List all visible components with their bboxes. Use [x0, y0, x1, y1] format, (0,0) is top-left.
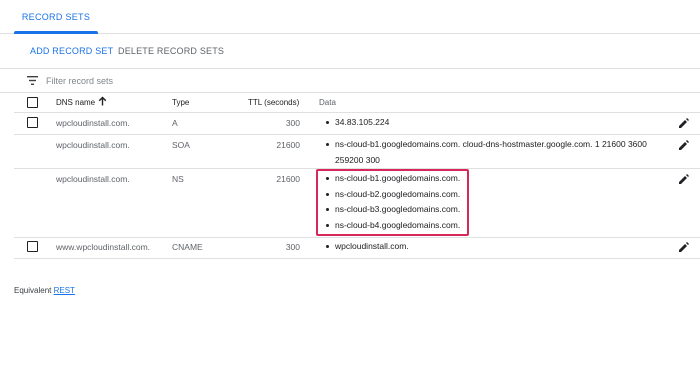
tab-bar: RECORD SETS: [0, 0, 700, 34]
table-header: DNS name Type TTL (seconds) Data: [14, 93, 700, 113]
data-cell: 34.83.105.224: [320, 115, 389, 131]
table-row[interactable]: wpcloudinstall.com. SOA 21600 ns-cloud-b…: [14, 135, 700, 169]
ttl-cell: 21600: [276, 140, 300, 150]
data-cell: wpcloudinstall.com.: [320, 239, 409, 255]
data-value: wpcloudinstall.com.: [320, 239, 409, 255]
data-cell: ns-cloud-b1.googledomains.com. cloud-dns…: [320, 137, 660, 168]
arrow-up-icon[interactable]: [98, 96, 107, 106]
data-value: ns-cloud-b1.googledomains.com. cloud-dns…: [320, 137, 660, 168]
data-value: 34.83.105.224: [320, 115, 389, 131]
column-header-dns-name[interactable]: DNS name: [56, 98, 95, 107]
dns-name-cell: www.wpcloudinstall.com.: [56, 242, 151, 252]
equivalent-rest: Equivalent REST: [14, 286, 75, 295]
dns-name-cell: wpcloudinstall.com.: [56, 174, 130, 184]
add-record-set-button[interactable]: ADD RECORD SET: [30, 46, 113, 56]
ttl-cell: 300: [285, 242, 300, 252]
delete-record-sets-button[interactable]: DELETE RECORD SETS: [118, 46, 224, 56]
column-header-ttl: TTL (seconds): [248, 98, 300, 107]
type-cell: SOA: [172, 140, 190, 150]
row-checkbox[interactable]: [27, 241, 38, 252]
select-all-checkbox[interactable]: [27, 97, 38, 108]
filter-icon[interactable]: [27, 76, 38, 85]
row-checkbox[interactable]: [27, 117, 38, 128]
table-row[interactable]: wpcloudinstall.com. A 300 34.83.105.224: [14, 113, 700, 135]
footer-prefix: Equivalent: [14, 286, 54, 295]
action-bar: ADD RECORD SET DELETE RECORD SETS: [0, 34, 700, 69]
highlight-box: [316, 169, 469, 236]
rest-link[interactable]: REST: [54, 286, 75, 295]
type-cell: A: [172, 118, 178, 128]
edit-icon[interactable]: [678, 117, 690, 129]
dns-name-cell: wpcloudinstall.com.: [56, 140, 130, 150]
column-header-type: Type: [172, 98, 190, 107]
ttl-cell: 21600: [276, 174, 300, 184]
edit-icon[interactable]: [678, 241, 690, 253]
table-row[interactable]: www.wpcloudinstall.com. CNAME 300 wpclou…: [14, 238, 700, 259]
column-header-data: Data: [319, 98, 336, 107]
edit-icon[interactable]: [678, 139, 690, 151]
dns-name-cell: wpcloudinstall.com.: [56, 118, 130, 128]
ttl-cell: 300: [285, 118, 300, 128]
type-cell: NS: [172, 174, 184, 184]
filter-bar: [0, 69, 700, 93]
tab-record-sets[interactable]: RECORD SETS: [14, 0, 98, 34]
type-cell: CNAME: [172, 242, 203, 252]
filter-input[interactable]: [46, 73, 346, 89]
edit-icon[interactable]: [678, 173, 690, 185]
